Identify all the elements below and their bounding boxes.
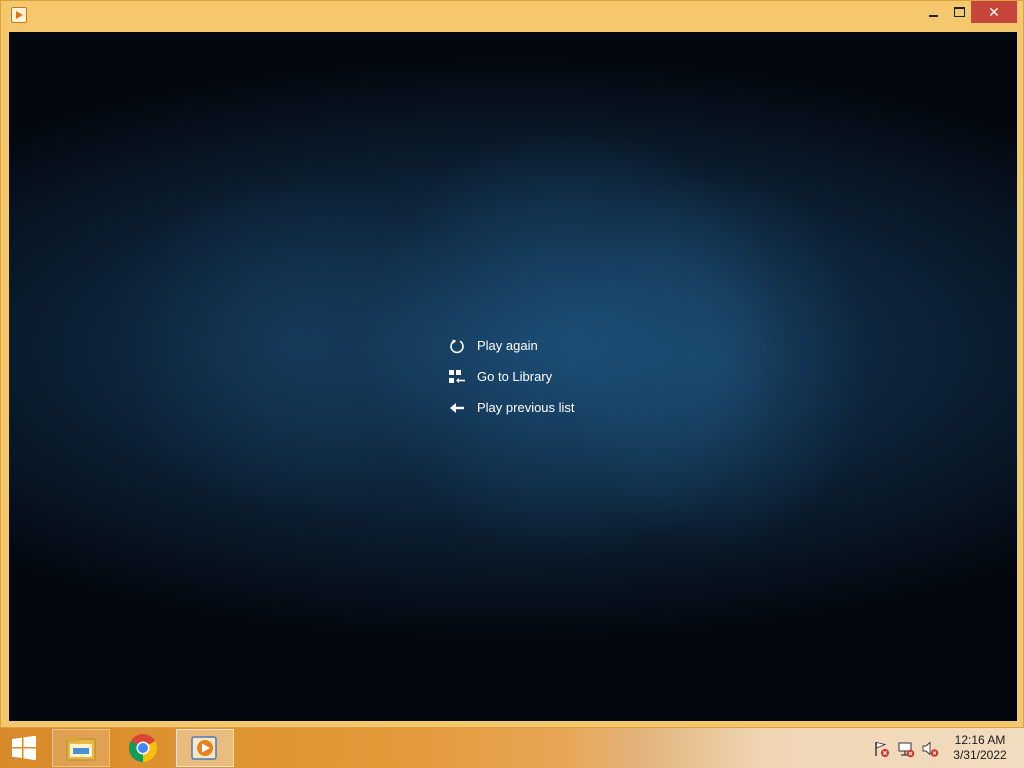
back-arrow-icon	[447, 398, 467, 418]
close-icon: ✕	[988, 3, 1000, 20]
now-playing-area: Play again Go to Library Play previous l…	[9, 32, 1017, 721]
minimize-button[interactable]	[919, 1, 947, 23]
taskbar-file-explorer[interactable]	[52, 729, 110, 767]
media-player-window: ✕ Play again Go to Library Play previous…	[0, 0, 1024, 728]
taskbar: 12:16 AM 3/31/2022	[0, 728, 1024, 768]
clock-time: 12:16 AM	[954, 733, 1006, 747]
play-again-button[interactable]: Play again	[447, 330, 575, 361]
system-clock[interactable]: 12:16 AM 3/31/2022	[944, 733, 1016, 763]
maximize-icon	[953, 7, 965, 17]
file-explorer-icon	[66, 737, 96, 761]
library-icon	[447, 367, 467, 387]
minimize-icon	[928, 15, 938, 17]
media-player-app-icon[interactable]	[11, 7, 27, 23]
action-center-flag-icon[interactable]	[872, 740, 890, 758]
go-to-library-button[interactable]: Go to Library	[447, 361, 575, 392]
replay-icon	[447, 336, 467, 356]
play-previous-list-label: Play previous list	[477, 400, 575, 415]
playback-ended-menu: Play again Go to Library Play previous l…	[447, 330, 575, 423]
clock-date: 3/31/2022	[953, 748, 1007, 762]
play-previous-list-button[interactable]: Play previous list	[447, 392, 575, 423]
windows-logo-icon	[12, 735, 36, 761]
network-icon[interactable]	[897, 740, 915, 758]
volume-muted-icon[interactable]	[921, 740, 939, 758]
taskbar-windows-media-player[interactable]	[176, 729, 234, 767]
title-bar[interactable]: ✕	[1, 1, 1023, 31]
start-button[interactable]	[0, 728, 48, 768]
taskbar-chrome[interactable]	[114, 729, 172, 767]
go-to-library-label: Go to Library	[477, 369, 553, 384]
chrome-icon	[129, 734, 157, 762]
play-again-label: Play again	[477, 338, 538, 353]
media-player-icon	[191, 736, 217, 760]
maximize-button[interactable]	[945, 1, 973, 23]
close-button[interactable]: ✕	[971, 1, 1017, 23]
